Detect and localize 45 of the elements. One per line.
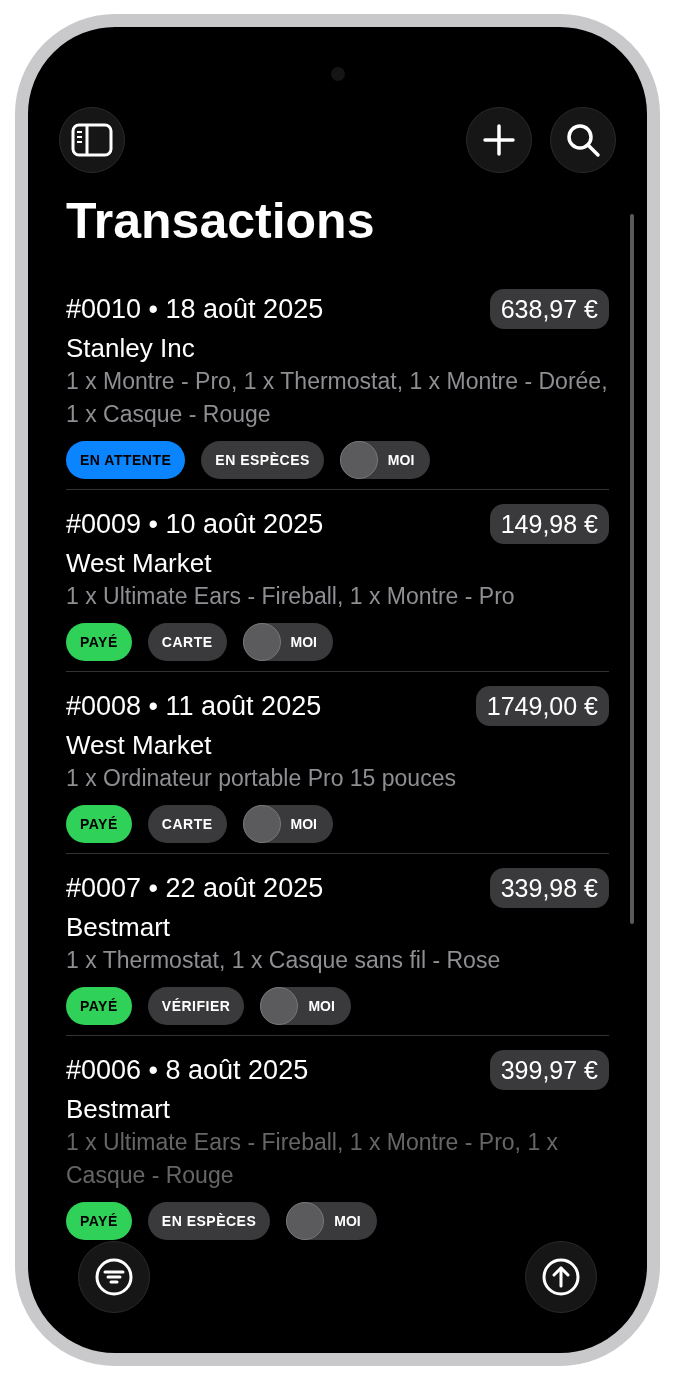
order-number-date: #0010 • 18 août 2025: [66, 293, 324, 326]
order-items: 1 x Ultimate Ears - Fireball, 1 x Montre - Pro, 1 x Casque - Rouge: [66, 1128, 560, 1190]
sidebar-icon: [71, 123, 113, 157]
payment-tag: CARTE: [147, 805, 227, 843]
avatar-icon: [286, 1202, 325, 1240]
status-tag: PAYÉ: [66, 805, 132, 843]
order-items: 1 x Ordinateur portable Pro 15 pouces: [66, 764, 457, 793]
assignee-label: MOI: [334, 1211, 361, 1231]
customer-name: West Market: [66, 547, 213, 580]
amount-badge: 1749,00 €: [475, 686, 609, 726]
order-number-date: #0009 • 10 août 2025: [66, 508, 324, 541]
customer-name: Stanley Inc: [66, 332, 196, 365]
order-items: 1 x Ultimate Ears - Fireball, 1 x Montre - Pro: [66, 582, 516, 611]
order-items: 1 x Thermostat, 1 x Casque sans fil - Rose: [66, 946, 502, 975]
assignee-label: MOI: [308, 996, 335, 1016]
status-tag: PAYÉ: [66, 1202, 132, 1240]
avatar-icon: [260, 987, 299, 1025]
status-tag: PAYÉ: [66, 623, 132, 661]
avatar-icon: [242, 623, 281, 661]
filter-icon: [95, 1258, 133, 1296]
order-number-date: #0006 • 8 août 2025: [66, 1054, 309, 1087]
avatar-icon: [242, 805, 281, 843]
customer-name: Bestmart: [66, 1093, 172, 1126]
plus-icon: [483, 124, 515, 156]
assignee-label: MOI: [290, 814, 317, 834]
avatar-icon: [339, 441, 378, 479]
payment-tag: CARTE: [147, 623, 227, 661]
amount-badge: 638,97 €: [489, 289, 609, 329]
order-number-date: #0007 • 22 août 2025: [66, 872, 324, 905]
search-icon: [565, 122, 601, 158]
customer-name: Bestmart: [66, 911, 172, 944]
status-tag: EN ATTENTE: [66, 441, 186, 479]
order-number-date: #0008 • 11 août 2025: [66, 690, 322, 723]
payment-tag: VÉRIFIER: [147, 987, 245, 1025]
amount-badge: 339,98 €: [489, 868, 609, 908]
payment-tag: EN ESPÈCES: [201, 441, 324, 479]
amount-badge: 149,98 €: [489, 504, 609, 544]
customer-name: West Market: [66, 729, 213, 762]
payment-tag: EN ESPÈCES: [147, 1202, 271, 1240]
order-items: 1 x Montre - Pro, 1 x Thermostat, 1 x Montre - Dorée, 1 x Casque - Rouge: [66, 367, 609, 429]
assignee-label: MOI: [387, 450, 415, 470]
assignee-label: MOI: [290, 632, 317, 652]
status-tag: PAYÉ: [66, 987, 132, 1025]
amount-badge: 399,97 €: [489, 1050, 609, 1090]
page-title: Transactions: [66, 193, 376, 249]
